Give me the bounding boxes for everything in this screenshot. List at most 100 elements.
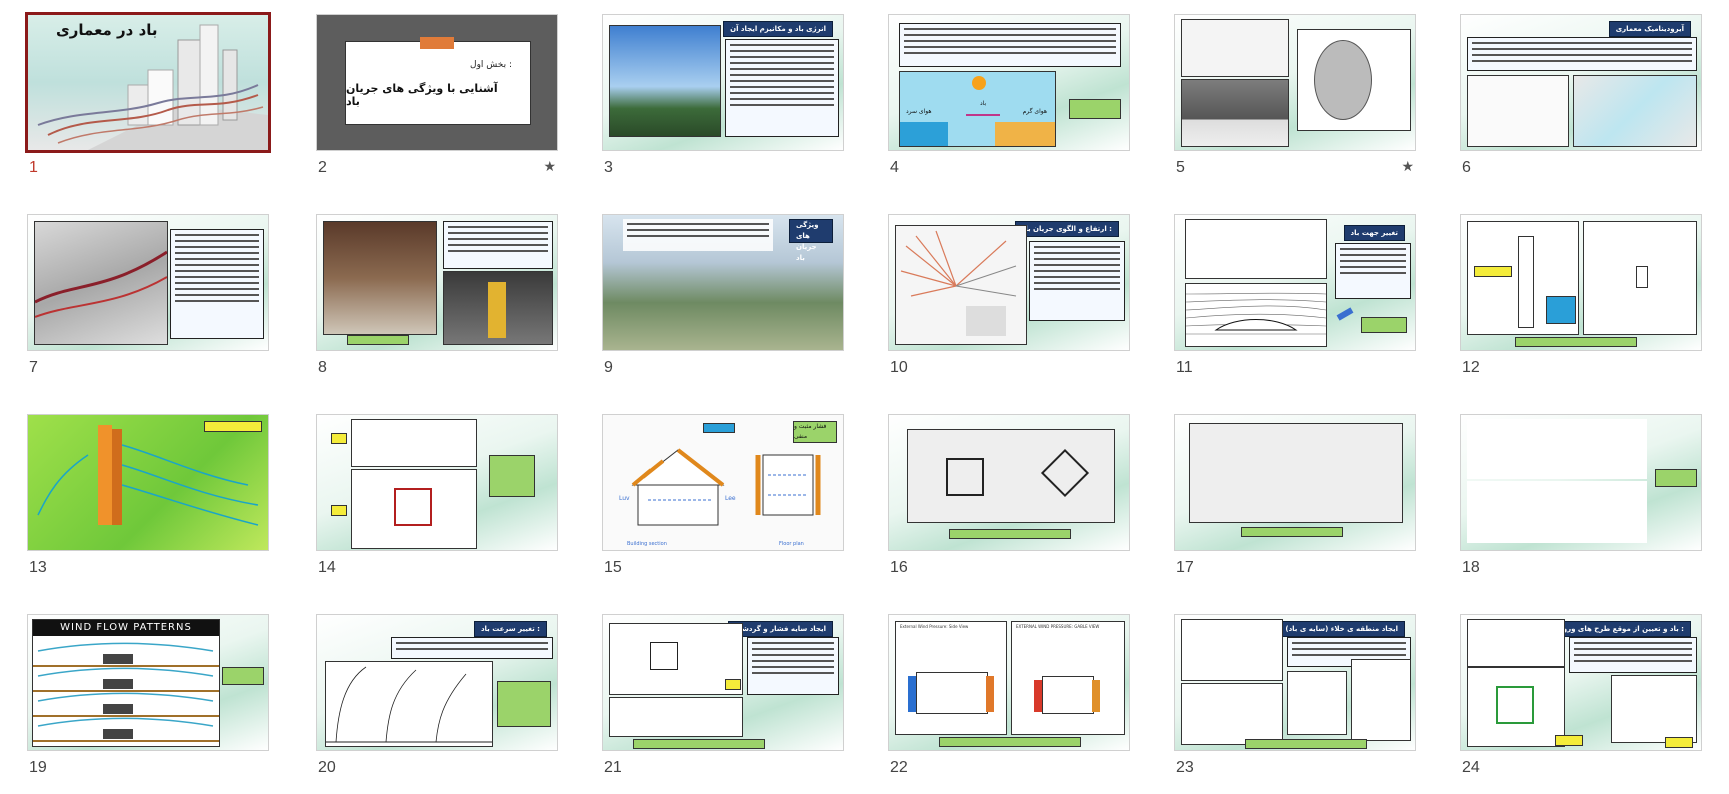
cfd-drawing — [1573, 75, 1697, 147]
pressure-positive — [908, 676, 916, 712]
vacuum-diagram-2 — [1181, 683, 1283, 745]
slide-thumbnail[interactable]: ایجاد سایه فشار و گردشی — [602, 614, 844, 751]
roof-flow-sketch-bottom — [1467, 481, 1647, 543]
slide-15[interactable]: فشار مثبت و منفی Luv Lee Building sectio… — [602, 414, 844, 594]
slide-6[interactable]: آیرودینامیک معماری 6 — [1460, 14, 1702, 194]
label-plan: Floor plan — [779, 541, 804, 547]
slide-24[interactable]: باد و تعیین از موقع طرح های ورودی و درب … — [1460, 614, 1702, 794]
slide-3[interactable]: انرژی باد و مکانیزم ایجاد آن 3 — [602, 14, 844, 194]
cfd-tower-render — [37, 425, 259, 526]
slide-thumbnail[interactable]: External Wind Pressure: Side View EXTERN… — [888, 614, 1130, 751]
text-block — [1335, 243, 1411, 299]
slide-thumbnail[interactable] — [316, 414, 558, 551]
slide-number: 13 — [29, 559, 47, 576]
pressure-low — [1092, 680, 1100, 712]
slide-thumbnail[interactable]: آیرودینامیک معماری — [1460, 14, 1702, 151]
slide-20[interactable]: تغییر سرعت باد : 20 — [316, 614, 558, 794]
slide-23[interactable]: ایجاد منطقه ی خلاء (سایه ی باد) 23 — [1174, 614, 1416, 794]
slide-thumbnail[interactable]: انرژی باد و مکانیزم ایجاد آن — [602, 14, 844, 151]
slide-8[interactable]: 8 — [316, 214, 558, 394]
text-block — [623, 219, 773, 251]
slide-thumbnail[interactable]: ایجاد منطقه ی خلاء (سایه ی باد) — [1174, 614, 1416, 751]
slide-thumbnail[interactable]: فشار مثبت و منفی Luv Lee Building sectio… — [602, 414, 844, 551]
slide-16[interactable]: 16 — [888, 414, 1130, 594]
slide-2[interactable]: بخش اول : آشنایی با ویژگی های جریان باد … — [316, 14, 558, 194]
plan-outline — [1636, 266, 1648, 288]
slide-number: 10 — [890, 359, 908, 376]
slide-thumbnail[interactable]: ارتفاع و الگوی جریان باد : — [888, 214, 1130, 351]
slide-12[interactable]: 12 — [1460, 214, 1702, 394]
slide-thumbnail[interactable] — [316, 214, 558, 351]
slide-number: 8 — [318, 359, 327, 376]
slide-thumbnail[interactable]: WIND FLOW PATTERNS — [27, 614, 269, 751]
slide-thumbnail[interactable] — [1174, 414, 1416, 551]
tower-model — [488, 282, 506, 338]
slide-thumbnail[interactable]: باد در معماری — [25, 12, 271, 153]
convection-diagram: هوای سرد هوای گرم باد — [899, 71, 1056, 147]
text-block — [899, 23, 1121, 67]
slide-title: ایجاد منطقه ی خلاء (سایه ی باد) — [1278, 621, 1405, 637]
slide-thumbnail[interactable]: باد و تعیین از موقع طرح های ورودی و درب … — [1460, 614, 1702, 751]
side-view-pressure: External Wind Pressure: Side View — [895, 621, 1007, 735]
slide-14[interactable]: 14 — [316, 414, 558, 594]
pressure-shadow-diagram-top — [609, 623, 743, 695]
slide-number: 19 — [29, 759, 47, 776]
slide-11[interactable]: تغییر جهت باد 11 — [1174, 214, 1416, 394]
slide-number: 16 — [890, 559, 908, 576]
slide-thumbnail[interactable] — [27, 414, 269, 551]
diagram-title-left: External Wind Pressure: Side View — [900, 624, 969, 629]
caption-tag — [949, 529, 1071, 539]
text-block — [1029, 241, 1125, 321]
label-cold: هوای سرد — [906, 108, 932, 115]
slide-22[interactable]: External Wind Pressure: Side View EXTERN… — [888, 614, 1130, 794]
text-block — [170, 229, 264, 339]
slide-1[interactable]: باد در معماری 1 — [25, 12, 271, 194]
slide-13[interactable]: 13 — [27, 414, 269, 594]
house-outline — [916, 672, 988, 714]
slide-thumbnail[interactable]: هوای سرد هوای گرم باد — [888, 14, 1130, 151]
caption-tag — [497, 681, 551, 727]
label-tag — [725, 679, 741, 690]
wind-patterns-poster: WIND FLOW PATTERNS — [32, 619, 220, 747]
slide-17[interactable]: 17 — [1174, 414, 1416, 594]
caption-tag — [489, 455, 535, 497]
arrow-icon — [1336, 307, 1354, 321]
text-block — [1467, 37, 1697, 71]
slide-thumbnail[interactable] — [888, 414, 1130, 551]
slide-thumbnail[interactable]: ویژگی های جریان باد — [602, 214, 844, 351]
slide-title: فشار مثبت و منفی — [793, 421, 837, 443]
slide-number: 21 — [604, 759, 622, 776]
plan-flow-diagram — [351, 469, 477, 549]
slide-21[interactable]: ایجاد سایه فشار و گردشی 21 — [602, 614, 844, 794]
globe-pressure-diagram — [1297, 29, 1411, 131]
star-icon: ★ — [543, 159, 556, 175]
slide-thumbnail[interactable]: بخش اول : آشنایی با ویژگی های جریان باد — [316, 14, 558, 151]
text-block — [391, 637, 553, 659]
vacuum-diagram-4 — [1351, 659, 1411, 741]
slide-number: 23 — [1176, 759, 1194, 776]
slide-thumbnail[interactable] — [1460, 414, 1702, 551]
slide-9[interactable]: ویژگی های جریان باد 9 — [602, 214, 844, 394]
wind-lines — [34, 250, 168, 318]
slide-18[interactable]: 18 — [1460, 414, 1702, 594]
slide-4[interactable]: هوای سرد هوای گرم باد 4 — [888, 14, 1130, 194]
slide-number: 18 — [1462, 559, 1480, 576]
pressure-shadow-diagram-bottom — [609, 697, 743, 737]
slide-thumbnail[interactable]: تغییر سرعت باد : — [316, 614, 558, 751]
slide-thumbnail[interactable] — [27, 214, 269, 351]
slide-number: 22 — [890, 759, 908, 776]
slide-title: تغییر سرعت باد : — [473, 621, 547, 637]
slide-10[interactable]: ارتفاع و الگوی جریان باد : 10 — [888, 214, 1130, 394]
slide-thumbnail[interactable]: تغییر جهت باد — [1174, 214, 1416, 351]
slide-5[interactable]: 5 ★ — [1174, 14, 1416, 194]
wind-shadow-sketch — [1185, 219, 1327, 279]
caption-tag — [1655, 469, 1697, 487]
slide-thumbnail[interactable] — [1460, 214, 1702, 351]
slide-thumbnail[interactable] — [1174, 14, 1416, 151]
slide-number: 5 — [1176, 159, 1185, 176]
air-circulation-diagram-bottom — [1181, 79, 1289, 147]
slide-7[interactable]: 7 — [27, 214, 269, 394]
entrance-flow-plan — [1467, 667, 1565, 747]
slide-19[interactable]: WIND FLOW PATTERNS 19 — [27, 614, 269, 794]
velocity-curves — [326, 666, 492, 743]
